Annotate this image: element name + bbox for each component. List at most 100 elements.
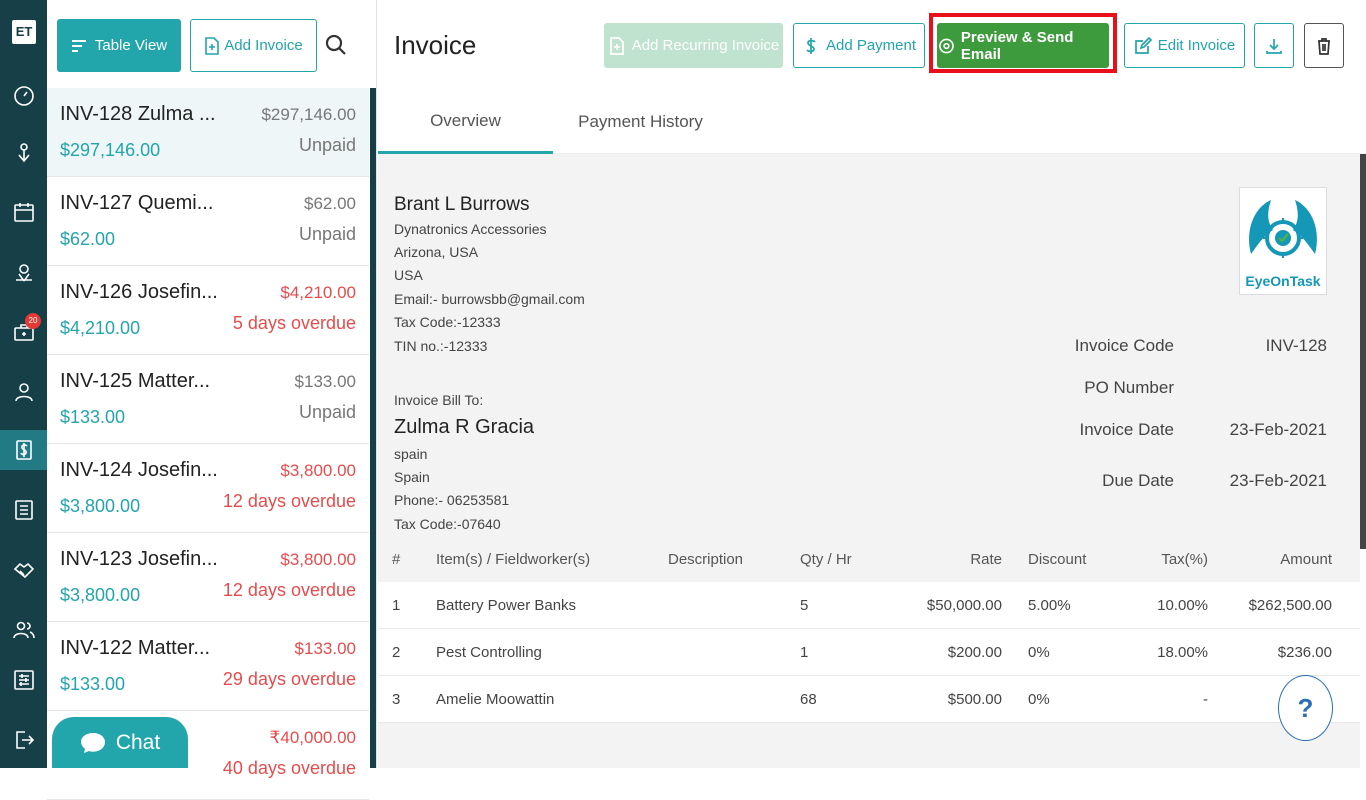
invoice-status: Unpaid [298, 135, 356, 155]
trash-icon [1318, 37, 1330, 55]
logo-text: EyeOnTask [1245, 273, 1321, 289]
app-logo[interactable]: ET [12, 20, 36, 44]
invoice-title: INV-122 Matter... [60, 637, 211, 659]
table-cell: $262,500.00 [1248, 596, 1332, 614]
list-scrollbar-thumb[interactable] [370, 88, 376, 768]
add-file-icon [205, 36, 220, 55]
filter-lines-icon [71, 39, 86, 52]
edit-icon [1134, 36, 1152, 54]
handshake-icon[interactable] [0, 550, 47, 590]
invoice-status: 5 days overdue [232, 313, 356, 333]
from-email: Email:- burrowsbb@gmail.com [394, 291, 585, 307]
company-logo: EyeOnTask [1239, 187, 1327, 295]
tab-overview[interactable]: Overview [378, 90, 553, 154]
users-icon[interactable] [0, 610, 47, 650]
list-item[interactable]: INV-127 Quemi... $62.00 $62.00 Unpaid [47, 177, 369, 266]
list-item[interactable]: INV-123 Josefin... $3,800.00 $3,800.00 12 d… [47, 533, 369, 622]
invoice-detail: Invoice Add Recurring Invoice Add Paymen… [378, 0, 1366, 768]
add-payment-label: Add Payment [825, 37, 917, 54]
from-address1: Arizona, USA [394, 244, 479, 260]
pin-icon[interactable] [0, 133, 47, 173]
invoice-status: 12 days overdue [222, 580, 356, 600]
add-invoice-label: Add Invoice [224, 37, 303, 54]
invoice-amount: $3,800.00 [280, 461, 356, 480]
dollar-icon[interactable] [0, 430, 47, 470]
invoice-sub-amount: $4,210.00 [60, 318, 141, 338]
add-payment-button[interactable]: Add Payment [793, 23, 925, 68]
table-cell [668, 629, 778, 675]
bill-to-phone: Phone:- 06253581 [394, 492, 510, 508]
table-cell: $50,000.00 [926, 596, 1002, 614]
table-header: # Item(s) / Fieldworker(s) Description Qty … [378, 536, 1360, 582]
list-item[interactable]: INV-125 Matter... $133.00 $133.00 Unpaid [47, 355, 369, 444]
column-header: Qty / Hr [800, 550, 852, 568]
chat-button[interactable]: Chat [52, 717, 188, 768]
table-cell: Pest Controlling [436, 643, 542, 661]
table-cell: $236.00 [1277, 643, 1332, 661]
delete-button[interactable] [1304, 23, 1344, 68]
highlight-box [929, 13, 1117, 73]
list-icon[interactable] [0, 490, 47, 530]
column-header: Description [668, 550, 744, 568]
invoice-code-value: INV-128 [1265, 336, 1327, 355]
add-file-icon [609, 36, 624, 55]
table-cell: $200.00 [947, 643, 1002, 661]
help-button[interactable]: ? [1278, 675, 1333, 741]
download-button[interactable] [1254, 23, 1294, 68]
detail-tabs: Overview Payment History [378, 90, 1366, 154]
invoice-title: INV-128 Zulma ... [60, 103, 216, 125]
table-cell: 2 [392, 643, 401, 661]
from-company: Dynatronics Accessories [394, 221, 547, 237]
invoice-list: INV-128 Zulma ... $297,146.00 $297,146.00 U… [47, 88, 369, 800]
bill-to-line2: Spain [394, 469, 430, 485]
list-item[interactable]: INV-124 Josefin... $3,800.00 $3,800.00 12 d… [47, 444, 369, 533]
column-header: Discount [1028, 550, 1087, 568]
list-item[interactable]: INV-128 Zulma ... $297,146.00 $297,146.00 U… [47, 88, 369, 177]
table-row: 2 Pest Controlling 1 $200.00 0% 18.00% $236.00 [378, 629, 1360, 676]
table-cell: $500.00 [947, 690, 1002, 708]
invoice-title: INV-123 Josefin... [60, 548, 218, 570]
table-cell: 10.00% [1157, 596, 1208, 614]
invoice-status: Unpaid [298, 402, 356, 422]
invoice-status: 12 days overdue [222, 491, 356, 511]
settings-icon[interactable] [0, 660, 47, 700]
page-title: Invoice [394, 30, 477, 60]
invoice-title: INV-126 Josefin... [60, 281, 218, 303]
edit-invoice-button[interactable]: Edit Invoice [1124, 23, 1245, 68]
table-view-button[interactable]: Table View [57, 19, 181, 72]
po-number-label: PO Number [1084, 378, 1174, 397]
table-cell: 1 [800, 643, 809, 661]
table-cell: Battery Power Banks [436, 596, 577, 614]
invoice-sub-amount: $133.00 [60, 674, 126, 694]
list-scrollbar[interactable] [370, 88, 376, 768]
user-icon[interactable] [0, 372, 47, 412]
table-cell: 18.00% [1157, 643, 1208, 661]
table-cell: - [1203, 690, 1208, 708]
list-item[interactable]: INV-126 Josefin... $4,210.00 $4,210.00 5 da… [47, 266, 369, 355]
content-scrollbar[interactable] [1360, 154, 1366, 549]
list-item[interactable]: INV-122 Matter... $133.00 $133.00 29 days o… [47, 622, 369, 711]
eye-target-logo-icon [1249, 200, 1317, 258]
calendar-icon[interactable] [0, 192, 47, 232]
invoice-amount: $3,800.00 [280, 550, 356, 569]
column-header: # [392, 550, 401, 568]
column-header: Item(s) / Fieldworker(s) [436, 550, 591, 568]
briefcase-icon[interactable]: 20 [0, 312, 47, 352]
table-row: 1 Battery Power Banks 5 $50,000.00 5.00% 10.0… [378, 582, 1360, 629]
add-invoice-button[interactable]: Add Invoice [190, 19, 317, 72]
add-recurring-label: Add Recurring Invoice [631, 37, 780, 54]
dashboard-icon[interactable] [0, 76, 47, 116]
invoice-title: INV-124 Josefin... [60, 459, 218, 481]
bill-to-name: Zulma R Gracia [394, 416, 535, 438]
table-cell [668, 582, 778, 628]
invoice-amount: $4,210.00 [280, 283, 356, 302]
search-icon[interactable] [323, 30, 349, 60]
logout-icon[interactable] [0, 720, 47, 760]
chat-label: Chat [115, 730, 161, 754]
add-recurring-invoice-button[interactable]: Add Recurring Invoice [604, 23, 783, 68]
bill-to-tax-code: Tax Code:-07640 [394, 516, 501, 532]
invoice-amount: ₹40,000.00 [269, 728, 356, 747]
map-icon[interactable] [0, 252, 47, 292]
invoice-title: INV-125 Matter... [60, 370, 211, 392]
tab-payment-history[interactable]: Payment History [553, 90, 728, 154]
